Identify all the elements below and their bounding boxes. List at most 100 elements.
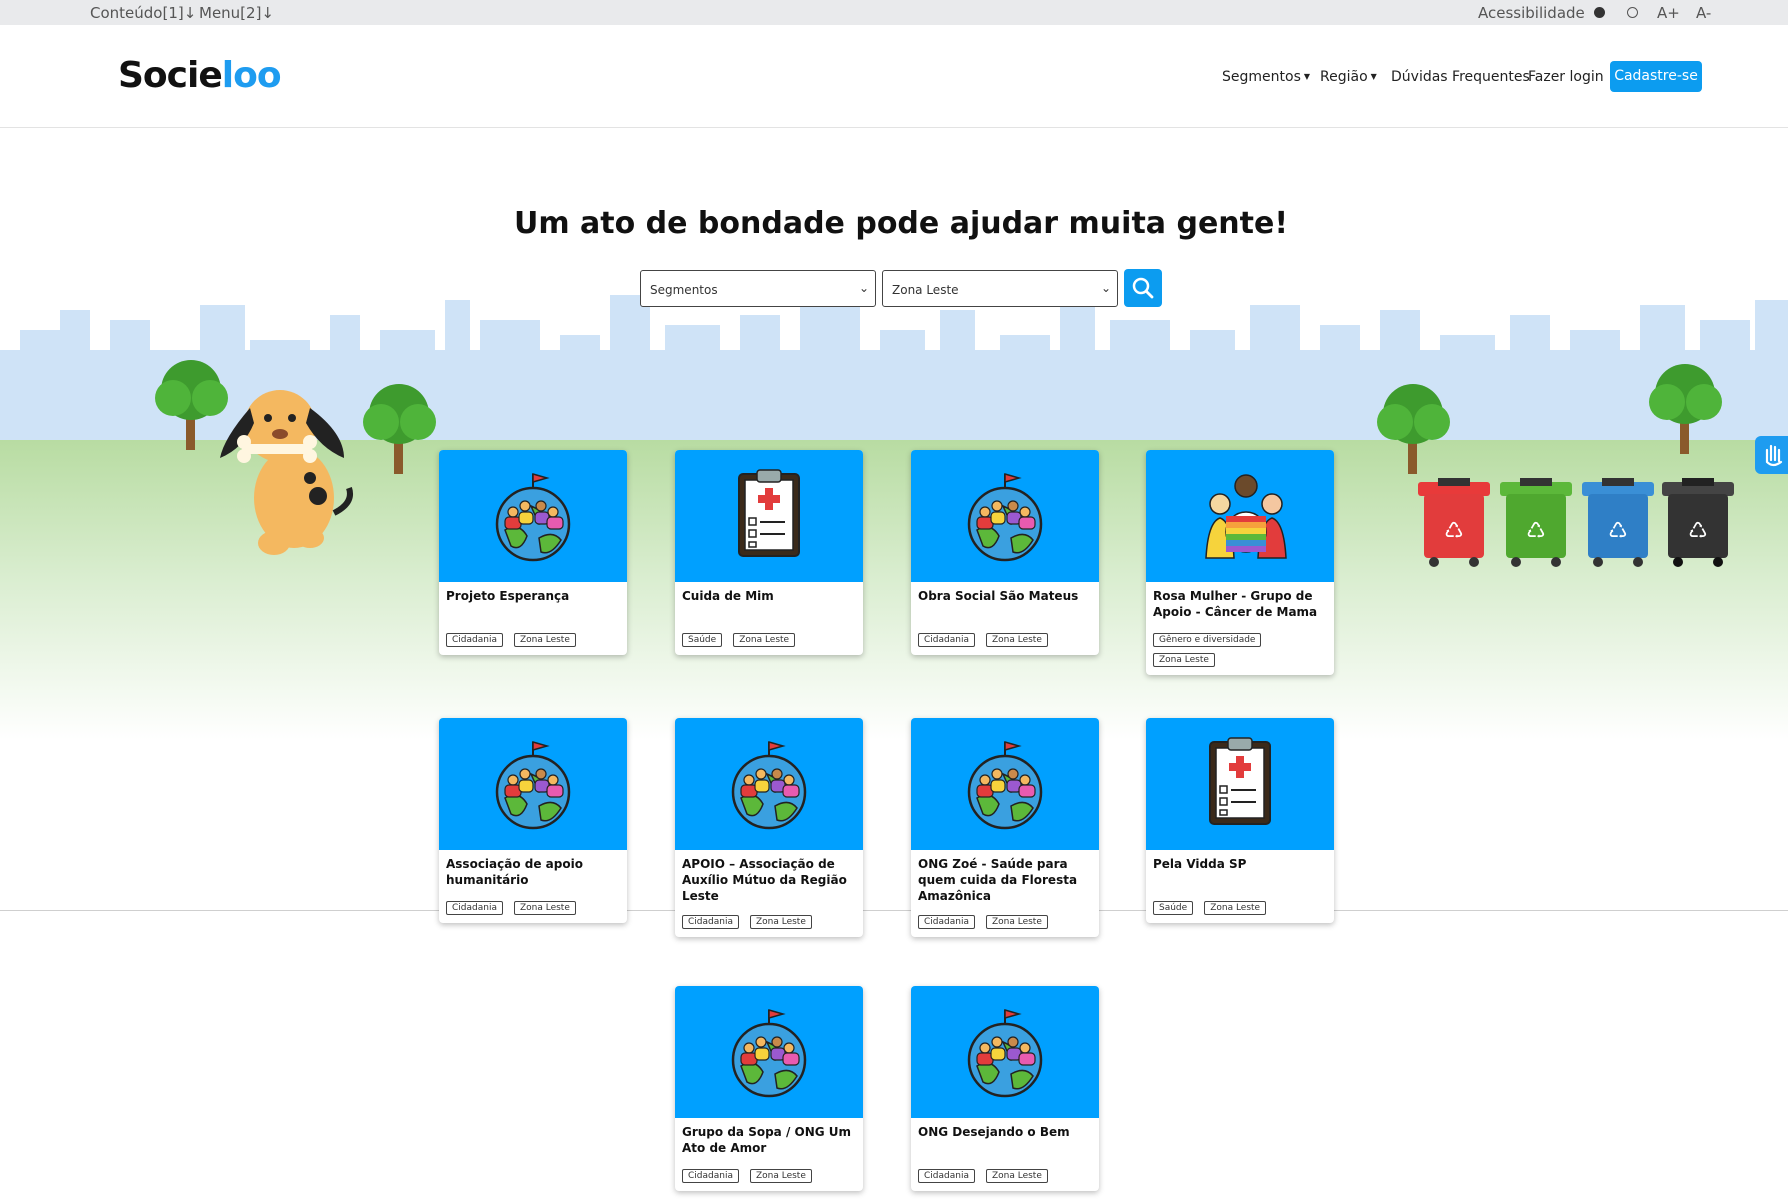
nav-segments[interactable]: Segmentos ▼ [1222,69,1310,85]
card-tags: Cidadania Zona Leste [675,904,863,937]
card-title: Rosa Mulher - Grupo de Apoio - Câncer de… [1153,589,1318,619]
card-title: Projeto Esperança [446,589,570,603]
region-tag[interactable]: Zona Leste [513,633,576,647]
green-bin: ♺ [1500,478,1572,567]
segment-select-value: Segmentos [650,283,718,297]
segment-tag[interactable]: Cidadania [682,915,739,929]
nav-login[interactable]: Fazer login [1528,69,1604,85]
svg-text:♺: ♺ [1526,519,1546,544]
card-image[interactable] [439,718,627,850]
site-header: Socieloo Segmentos ▼ Região ▼ Dúvidas Freq… [0,25,1788,128]
logo-text-blue: loo [221,55,282,96]
chevron-down-icon: ⌄ [858,281,869,295]
card-image[interactable] [1146,718,1334,850]
card-image[interactable] [675,986,863,1118]
nav-region-label: Região [1320,69,1368,85]
region-tag[interactable]: Zona Leste [985,633,1048,647]
sign-language-hand-icon [1765,444,1783,467]
search-icon [1132,277,1154,299]
accessibility-bar: Conteúdo[1]↓ Menu[2]↓ Acessibilidade A+ … [0,0,1788,25]
card-image[interactable] [911,986,1099,1118]
page-title: Um ato de bondade pode ajudar muita gent… [513,206,1289,241]
card-tags: Cidadania Zona Leste [911,622,1099,655]
segment-tag[interactable]: Saúde [1153,901,1194,915]
card-tags: Gênero e diversidade Zona Leste [1146,622,1334,675]
high-contrast-icon[interactable] [1594,7,1605,18]
organization-card[interactable]: Cuida de Mim Saúde Zona Leste [675,450,863,655]
svg-text:♺: ♺ [1444,519,1464,544]
region-tag[interactable]: Zona Leste [985,1169,1048,1183]
card-title: Grupo da Sopa / ONG Um Ato de Amor [682,1125,852,1155]
card-tags: Saúde Zona Leste [1146,890,1334,923]
search-button[interactable] [1124,269,1162,307]
decrease-font-button[interactable]: A- [1696,4,1711,22]
card-tags: Cidadania Zona Leste [675,1158,863,1191]
region-tag[interactable]: Zona Leste [733,633,796,647]
region-tag[interactable]: Zona Leste [985,915,1048,929]
card-image[interactable] [911,450,1099,582]
dog-illustration [220,390,353,555]
blue-bin: ♺ [1582,478,1654,567]
segment-tag[interactable]: Cidadania [446,633,503,647]
caret-down-icon: ▼ [1303,72,1311,81]
tree-illustration [363,384,436,474]
region-tag[interactable]: Zona Leste [1153,653,1215,667]
logo-text-dark: Socie [118,55,223,96]
caret-down-icon: ▼ [1370,72,1377,81]
card-image[interactable] [675,718,863,850]
card-image[interactable] [911,718,1099,850]
organization-card[interactable]: Rosa Mulher - Grupo de Apoio - Câncer de… [1146,450,1334,675]
card-tags: Cidadania Zona Leste [911,904,1099,937]
nav-faq[interactable]: Dúvidas Frequentes [1391,69,1530,85]
card-title: Cuida de Mim [682,589,774,603]
segment-tag[interactable]: Cidadania [446,901,503,915]
segment-tag[interactable]: Cidadania [682,1169,739,1183]
segment-select[interactable]: Segmentos ⌄ [640,270,876,307]
chevron-down-icon: ⌄ [1100,281,1111,295]
normal-contrast-icon[interactable] [1627,7,1638,18]
card-title: ONG Zoé - Saúde para quem cuida da Flore… [918,857,1078,903]
svg-text:♺: ♺ [1688,519,1708,544]
card-title: Obra Social São Mateus [918,589,1079,603]
increase-font-button[interactable]: A+ [1657,4,1680,22]
organization-card[interactable]: APOIO – Associação de Auxílio Mútuo da R… [675,718,863,937]
svg-text:♺: ♺ [1608,519,1628,544]
divider-line [0,910,1788,911]
region-tag[interactable]: Zona Leste [513,901,576,915]
logo[interactable]: Socieloo [118,55,282,96]
recycling-bins-illustration: ♺ ♺ ♺ ♺ [1418,478,1734,567]
vlibras-accessibility-tab[interactable] [1755,436,1788,474]
card-title: Pela Vidda SP [1153,857,1247,871]
card-title: APOIO – Associação de Auxílio Mútuo da R… [682,857,847,903]
card-image[interactable] [439,450,627,582]
segment-tag[interactable]: Cidadania [918,633,975,647]
region-tag[interactable]: Zona Leste [749,1169,812,1183]
nav-region[interactable]: Região ▼ [1320,69,1377,85]
region-tag[interactable]: Zona Leste [749,915,812,929]
segment-tag[interactable]: Gênero e diversidade [1153,633,1262,647]
organization-card[interactable]: Obra Social São Mateus Cidadania Zona Lest… [911,450,1099,655]
organization-card[interactable]: ONG Zoé - Saúde para quem cuida da Flore… [911,718,1099,937]
region-tag[interactable]: Zona Leste [1204,901,1267,915]
skip-to-content-link[interactable]: Conteúdo[1]↓ [90,4,196,22]
signup-button[interactable]: Cadastre-se [1610,61,1702,92]
organization-card[interactable]: Associação de apoio humanitário Cidadania… [439,718,627,923]
accessibility-label[interactable]: Acessibilidade [1478,4,1585,22]
card-tags: Cidadania Zona Leste [439,622,627,655]
organization-card[interactable]: Projeto Esperança Cidadania Zona Leste [439,450,627,655]
card-image[interactable] [675,450,863,582]
black-bin: ♺ [1662,478,1734,567]
organization-card[interactable]: Pela Vidda SP Saúde Zona Leste [1146,718,1334,923]
segment-tag[interactable]: Cidadania [918,1169,975,1183]
card-image[interactable] [1146,450,1334,582]
region-select[interactable]: Zona Leste ⌄ [882,270,1118,307]
skip-to-menu-link[interactable]: Menu[2]↓ [199,4,274,22]
segment-tag[interactable]: Saúde [682,633,723,647]
nav-segments-label: Segmentos [1222,69,1301,85]
organization-card[interactable]: ONG Desejando o Bem Cidadania Zona Leste [911,986,1099,1191]
organization-card[interactable]: Grupo da Sopa / ONG Um Ato de Amor Cidada… [675,986,863,1191]
card-tags: Saúde Zona Leste [675,622,863,655]
region-select-value: Zona Leste [892,283,959,297]
segment-tag[interactable]: Cidadania [918,915,975,929]
card-title: ONG Desejando o Bem [918,1125,1070,1139]
